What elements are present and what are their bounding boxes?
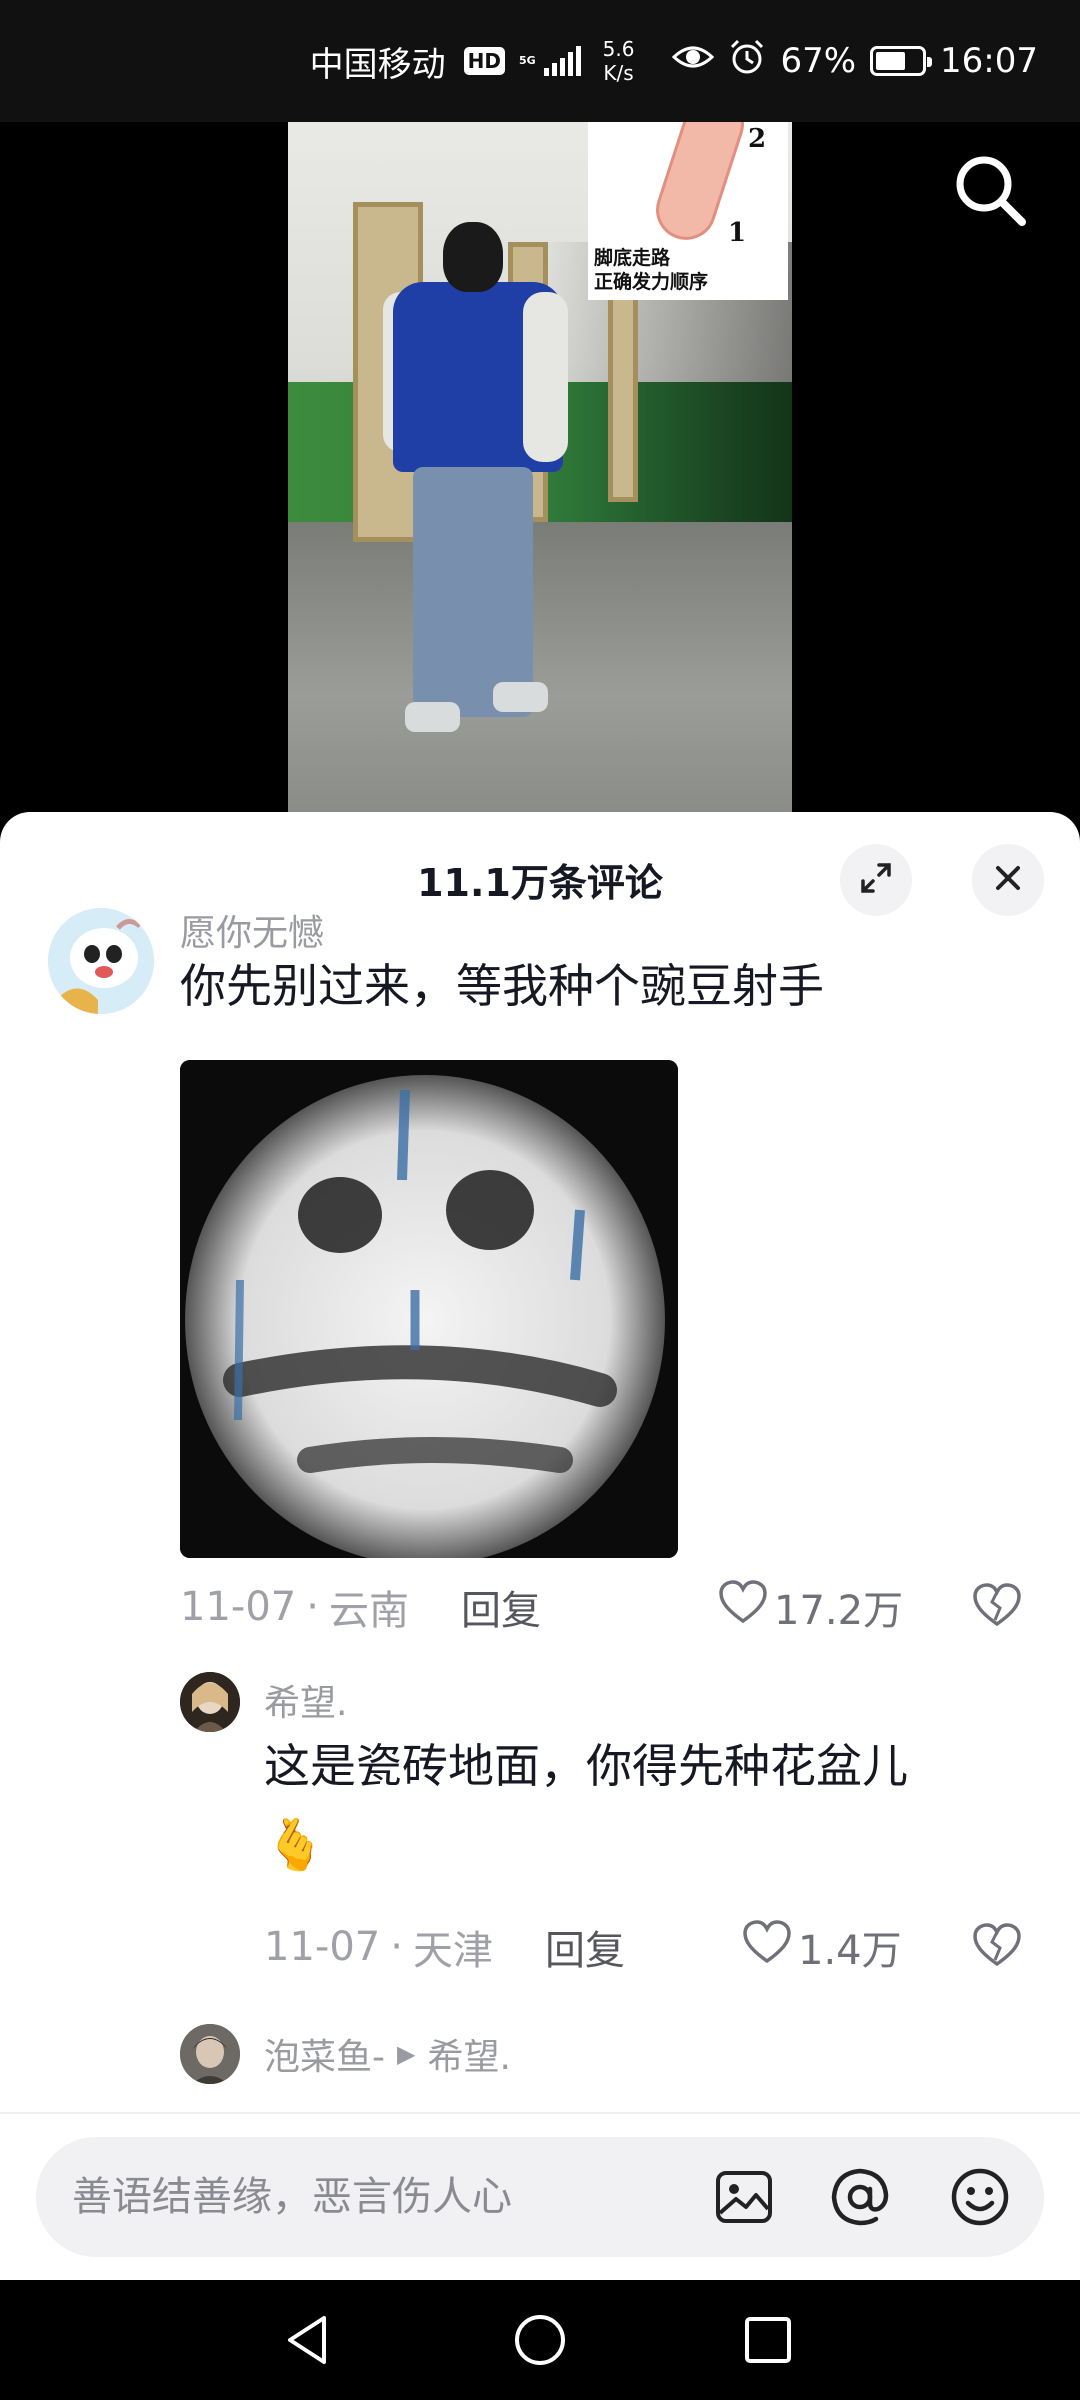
recents-square-icon[interactable] xyxy=(738,2310,798,2370)
reply-to-username[interactable]: 希望. xyxy=(427,2028,510,2080)
comments-sheet: 11.1万条评论 愿你无憾 你先别过来，等我种个豌豆射手 11-07 · 云南 … xyxy=(0,812,1080,2280)
hd-badge: HD xyxy=(463,47,505,75)
battery-icon xyxy=(870,46,933,76)
like-button[interactable]: 1.4万 xyxy=(742,1918,902,1976)
emoji-icon[interactable] xyxy=(948,2165,1012,2229)
mention-icon[interactable] xyxy=(828,2165,892,2229)
dislike-button[interactable] xyxy=(972,1582,1022,1632)
battery-fill xyxy=(876,52,906,70)
network-speed-value: 5.6 xyxy=(602,37,635,61)
inset-caption-line1: 脚底走路 xyxy=(594,247,671,269)
heart-icon xyxy=(742,1919,792,1975)
broken-heart-icon xyxy=(972,1583,1022,1632)
status-bar: 中国移动 HD 5G 5.6 K/s 67% 16:07 xyxy=(0,0,1080,122)
inset-number-2: 2 xyxy=(748,124,767,154)
network-speed: 5.6 K/s xyxy=(603,37,635,85)
like-count: 1.4万 xyxy=(798,1928,902,1974)
reply-meta: 11-07 · 天津 回复 xyxy=(264,1918,625,1976)
clock: 16:07 xyxy=(940,41,1038,81)
reply-text: 这是瓷砖地面，你得先种花盆儿 xyxy=(264,1739,908,1793)
avatar[interactable] xyxy=(180,1672,240,1732)
carrier-name: 中国移动 xyxy=(309,44,446,85)
image-icon[interactable] xyxy=(712,2165,776,2229)
expand-button[interactable] xyxy=(840,844,912,916)
comment-input[interactable] xyxy=(72,2137,692,2257)
avatar[interactable] xyxy=(48,908,154,1014)
battery-percent: 67% xyxy=(780,41,857,81)
reply-location: 天津 xyxy=(412,1928,493,1974)
reply-button[interactable]: 回复 xyxy=(545,1918,625,1976)
system-nav-bar xyxy=(0,2280,1080,2400)
comment-meta: 11-07 · 云南 回复 xyxy=(180,1578,541,1636)
avatar[interactable] xyxy=(180,2024,240,2084)
eye-icon xyxy=(672,41,715,81)
reply-thread-header: 泡菜鱼- ▶ 希望. xyxy=(264,2028,511,2080)
close-icon xyxy=(993,863,1023,897)
video-inset-diagram: 2 1 脚底走路 正确发力顺序 xyxy=(588,122,788,300)
comment-text: 你先别过来，等我种个豌豆射手 xyxy=(180,959,824,1013)
comment-location: 云南 xyxy=(328,1588,409,1634)
inset-caption-line2: 正确发力顺序 xyxy=(594,271,709,293)
comment-input-bar xyxy=(36,2137,1044,2257)
network-speed-unit: K/s xyxy=(603,61,634,85)
comment-image[interactable] xyxy=(180,1060,678,1558)
broken-heart-icon xyxy=(972,1923,1022,1972)
video-door xyxy=(608,272,638,502)
video-frame: 2 1 脚底走路 正确发力顺序 xyxy=(288,122,792,812)
comments-count-title: 11.1万条评论 xyxy=(417,861,663,905)
video-player[interactable]: 2 1 脚底走路 正确发力顺序 xyxy=(0,122,1080,812)
network-type: 5G xyxy=(518,54,536,67)
signal-icon xyxy=(543,46,581,76)
like-button[interactable]: 17.2万 xyxy=(718,1578,903,1636)
reply-button[interactable]: 回复 xyxy=(461,1578,541,1636)
inset-number-1: 1 xyxy=(728,218,747,248)
expand-icon xyxy=(859,861,893,899)
comment-date: 11-07 xyxy=(180,1584,297,1630)
reply-date: 11-07 xyxy=(264,1924,381,1970)
dislike-button[interactable] xyxy=(972,1922,1022,1972)
reply-emoji: 🫰 xyxy=(264,1816,327,1874)
reply-to-arrow-icon: ▶ xyxy=(397,2040,416,2068)
search-icon[interactable] xyxy=(952,152,1028,228)
reply-username[interactable]: 希望. xyxy=(264,1674,347,1726)
heart-icon xyxy=(718,1579,768,1635)
video-person xyxy=(383,222,568,782)
inset-caption: 脚底走路 正确发力顺序 xyxy=(594,246,708,294)
divider xyxy=(0,2112,1080,2114)
back-triangle-icon[interactable] xyxy=(278,2310,338,2370)
home-circle-icon[interactable] xyxy=(510,2310,570,2370)
alarm-icon xyxy=(728,39,766,84)
close-button[interactable] xyxy=(972,844,1044,916)
like-count: 17.2万 xyxy=(774,1588,904,1634)
reply-username[interactable]: 泡菜鱼- xyxy=(264,2028,385,2080)
